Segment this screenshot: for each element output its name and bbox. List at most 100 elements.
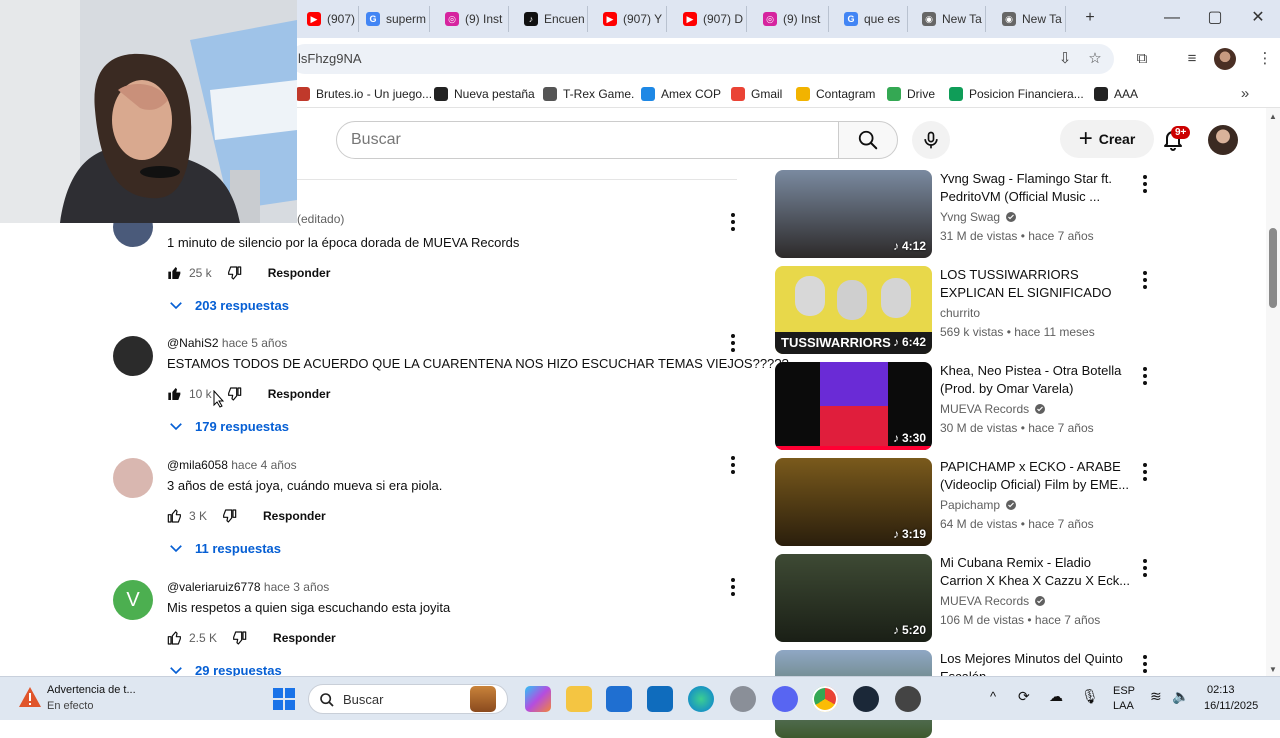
- video-title[interactable]: Khea, Neo Pistea - Otra Botella (Prod. b…: [940, 362, 1132, 398]
- like-icon[interactable]: [167, 265, 183, 281]
- recommended-video[interactable]: ♪ 5:20 Mi Cubana Remix - Eladio Carrion X …: [775, 554, 1155, 642]
- settings-gear-icon[interactable]: [730, 686, 756, 712]
- search-button[interactable]: [838, 121, 898, 159]
- browser-tab[interactable]: ◉ New Ta: [994, 6, 1066, 32]
- dislike-icon[interactable]: [221, 508, 237, 524]
- more-bookmarks-icon[interactable]: »: [1234, 83, 1256, 105]
- show-replies-button[interactable]: 11 respuestas: [167, 538, 281, 558]
- wifi-icon[interactable]: ≋: [1150, 688, 1162, 705]
- reply-button[interactable]: Responder: [273, 631, 336, 645]
- chrome-menu-icon[interactable]: ⋮: [1254, 48, 1276, 70]
- comment-more-options-icon[interactable]: [725, 210, 741, 234]
- video-thumbnail[interactable]: ♪ 4:12: [775, 170, 932, 258]
- onedrive-icon[interactable]: ☁: [1049, 688, 1063, 705]
- bookmark-item[interactable]: Brutes.io - Un juego...: [296, 85, 432, 103]
- account-avatar[interactable]: [1208, 125, 1238, 155]
- video-channel[interactable]: MUEVA Records: [940, 594, 1046, 608]
- recommended-video[interactable]: ♪ 3:30 Khea, Neo Pistea - Otra Botella (Pr…: [775, 362, 1155, 450]
- profile-avatar-icon[interactable]: [1214, 48, 1236, 70]
- browser-tab[interactable]: Gsuperm: [358, 6, 430, 32]
- bookmark-item[interactable]: Posicion Financiera...: [949, 85, 1084, 103]
- search-input[interactable]: [351, 122, 831, 158]
- browser-tab[interactable]: ◉ New Ta: [914, 6, 986, 32]
- taskbar-app-game-icon[interactable]: [470, 686, 496, 712]
- video-title[interactable]: PAPICHAMP x ECKO - ARABE (Videoclip Ofic…: [940, 458, 1132, 494]
- comment-avatar[interactable]: [113, 336, 153, 376]
- file-explorer-icon[interactable]: [566, 686, 592, 712]
- reply-button[interactable]: Responder: [263, 509, 326, 523]
- reply-button[interactable]: Responder: [268, 266, 331, 280]
- show-replies-button[interactable]: 179 respuestas: [167, 416, 289, 436]
- show-hidden-icons-icon[interactable]: ^: [990, 689, 996, 704]
- comment-author[interactable]: @NahiS2: [167, 336, 219, 350]
- comment-time[interactable]: (editado): [297, 212, 344, 226]
- comment-time[interactable]: hace 4 años: [231, 458, 296, 472]
- new-tab-button[interactable]: +: [1080, 8, 1100, 28]
- video-title[interactable]: Yvng Swag - Flamingo Star ft. PedritoVM …: [940, 170, 1132, 206]
- bookmark-item[interactable]: Contagram: [796, 85, 875, 103]
- video-thumbnail[interactable]: ♪ 3:30: [775, 362, 932, 450]
- bookmark-item[interactable]: Nueva pestaña: [434, 85, 535, 103]
- comment-more-options-icon[interactable]: [725, 331, 741, 355]
- browser-tab[interactable]: ▶ (907) D: [675, 6, 747, 32]
- microsoft-store-icon[interactable]: [606, 686, 632, 712]
- browser-tab[interactable]: ◎ (9) Inst: [437, 6, 509, 32]
- bookmark-item[interactable]: AAA: [1094, 85, 1138, 103]
- extensions-icon[interactable]: ⧉: [1131, 48, 1153, 70]
- media-controls-icon[interactable]: ≡: [1181, 48, 1203, 70]
- bookmark-item[interactable]: Gmail: [731, 85, 782, 103]
- comment-more-options-icon[interactable]: [725, 575, 741, 599]
- microphone-tray-icon[interactable]: 🎙: [1081, 688, 1099, 705]
- keyboard-layout[interactable]: LAA: [1113, 700, 1134, 712]
- browser-tab[interactable]: ▶ (907) Y: [595, 6, 667, 32]
- sync-icon[interactable]: ⟳: [1018, 688, 1030, 705]
- reply-button[interactable]: Responder: [268, 387, 331, 401]
- video-channel[interactable]: Papichamp: [940, 498, 1017, 512]
- scroll-down-arrow-icon[interactable]: ▼: [1269, 665, 1277, 674]
- windows-start-icon[interactable]: [273, 688, 295, 710]
- scroll-up-arrow-icon[interactable]: ▲: [1269, 112, 1277, 121]
- bookmark-star-icon[interactable]: ☆: [1084, 48, 1106, 70]
- voice-search-button[interactable]: [912, 121, 950, 159]
- video-more-options-icon[interactable]: [1137, 460, 1149, 481]
- comment-avatar[interactable]: V: [113, 580, 153, 620]
- comment-time[interactable]: hace 5 años: [222, 336, 287, 350]
- video-more-options-icon[interactable]: [1137, 556, 1149, 577]
- language-code[interactable]: ESP: [1113, 685, 1135, 697]
- chrome-icon[interactable]: [812, 686, 838, 712]
- comment-time[interactable]: hace 3 años: [264, 580, 329, 594]
- like-icon[interactable]: [167, 630, 183, 646]
- page-scrollbar[interactable]: ▲ ▼: [1266, 108, 1280, 676]
- video-channel[interactable]: churrito: [940, 306, 980, 320]
- dislike-icon[interactable]: [231, 630, 247, 646]
- video-channel[interactable]: Yvng Swag: [940, 210, 1017, 224]
- recommended-video[interactable]: TUSSIWARRIORS ♪ 6:42 LOS TUSSIWARRIORS EXPL…: [775, 266, 1155, 354]
- video-title[interactable]: LOS TUSSIWARRIORS EXPLICAN EL SIGNIFICAD…: [940, 266, 1132, 302]
- taskbar-app-icon[interactable]: [895, 686, 921, 712]
- video-thumbnail[interactable]: TUSSIWARRIORS ♪ 6:42: [775, 266, 932, 354]
- clock-date[interactable]: 16/11/2025: [1204, 700, 1258, 712]
- volume-icon[interactable]: 🔈: [1172, 688, 1189, 705]
- comment-author[interactable]: @valeriaruiz6778: [167, 580, 261, 594]
- bookmark-item[interactable]: T-Rex Game.: [543, 85, 634, 103]
- video-channel[interactable]: MUEVA Records: [940, 402, 1046, 416]
- video-title[interactable]: Mi Cubana Remix - Eladio Carrion X Khea …: [940, 554, 1132, 590]
- comment-avatar[interactable]: [113, 458, 153, 498]
- maximize-button[interactable]: ▢: [1205, 8, 1225, 28]
- like-icon[interactable]: [167, 508, 183, 524]
- comment-more-options-icon[interactable]: [725, 453, 741, 477]
- minimize-button[interactable]: —: [1162, 8, 1182, 28]
- omnibox[interactable]: lsFhzg9NA: [290, 44, 1114, 74]
- recommended-video[interactable]: ♪ 4:12 Yvng Swag - Flamingo Star ft. Pedri…: [775, 170, 1155, 258]
- video-thumbnail[interactable]: ♪ 3:19: [775, 458, 932, 546]
- dislike-icon[interactable]: [226, 386, 242, 402]
- install-app-icon[interactable]: ⇩: [1054, 48, 1076, 70]
- video-thumbnail[interactable]: ♪ 5:20: [775, 554, 932, 642]
- video-more-options-icon[interactable]: [1137, 652, 1149, 673]
- copilot-icon[interactable]: [525, 686, 551, 712]
- like-icon[interactable]: [167, 386, 183, 402]
- scroll-thumb[interactable]: [1269, 228, 1277, 308]
- comment-author[interactable]: @mila6058: [167, 458, 228, 472]
- edge-icon[interactable]: [688, 686, 714, 712]
- outlook-icon[interactable]: [647, 686, 673, 712]
